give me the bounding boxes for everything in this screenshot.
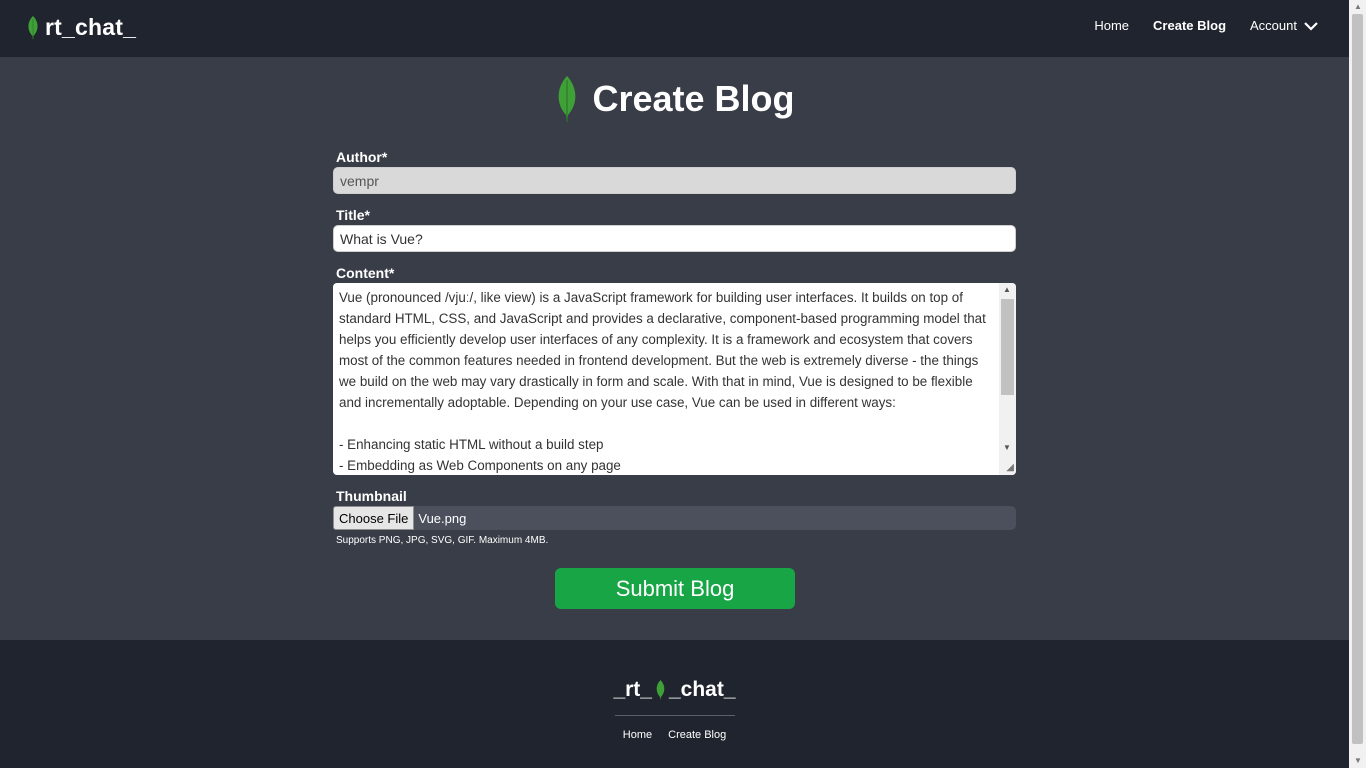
footer: _rt_ _chat_ Home Create Blog	[0, 640, 1349, 768]
content-text: Vue (pronounced /vjuː/, like view) is a …	[339, 290, 986, 473]
textarea-scroll-thumb[interactable]	[1001, 299, 1014, 395]
footer-brand-left: _rt_	[613, 678, 652, 701]
footer-home-link[interactable]: Home	[623, 729, 652, 741]
author-field[interactable]: vempr	[333, 167, 1016, 194]
nav-account-menu[interactable]: Account	[1250, 18, 1319, 33]
choose-file-button[interactable]: Choose File	[333, 506, 415, 530]
footer-create-blog-link[interactable]: Create Blog	[668, 729, 726, 741]
create-blog-form: Author* vempr Title* What is Vue? Conten…	[333, 148, 1016, 546]
thumbnail-hint: Supports PNG, JPG, SVG, GIF. Maximum 4MB…	[336, 535, 549, 546]
leaf-icon	[655, 679, 666, 701]
scroll-up-arrow-icon[interactable]: ▲	[1003, 285, 1011, 294]
content-textarea[interactable]: Vue (pronounced /vjuː/, like view) is a …	[333, 283, 1016, 475]
thumbnail-label: Thumbnail	[336, 488, 407, 504]
nav-account-label: Account	[1250, 18, 1297, 33]
thumbnail-file-input[interactable]: Choose File Vue.png	[333, 506, 1016, 530]
leaf-icon	[554, 74, 580, 124]
submit-blog-button[interactable]: Submit Blog	[555, 568, 795, 609]
brand-logo[interactable]: rt_chat_	[26, 14, 136, 41]
page-scrollbar[interactable]: ▲ ▼	[1349, 0, 1366, 768]
scroll-down-arrow-icon[interactable]: ▼	[1003, 443, 1011, 452]
page-scroll-up-icon[interactable]: ▲	[1354, 2, 1362, 11]
page-scroll-thumb[interactable]	[1352, 14, 1363, 744]
nav-links: Home Create Blog Account	[1070, 18, 1319, 33]
title-label: Title*	[336, 207, 370, 223]
selected-file-name: Vue.png	[418, 510, 467, 526]
brand-text: rt_chat_	[45, 14, 137, 40]
page-heading: Create Blog	[0, 74, 1349, 124]
page-title: Create Blog	[592, 78, 795, 119]
nav-home-link[interactable]: Home	[1094, 18, 1129, 33]
footer-brand[interactable]: _rt_ _chat_	[0, 678, 1349, 702]
textarea-scrollbar[interactable]: ▲ ▼	[999, 283, 1016, 475]
title-field[interactable]: What is Vue?	[333, 225, 1016, 252]
content-label: Content*	[336, 265, 395, 281]
navbar: rt_chat_ Home Create Blog Account	[0, 0, 1349, 57]
footer-divider	[615, 715, 735, 716]
page: rt_chat_ Home Create Blog Account Create…	[0, 0, 1349, 768]
author-label: Author*	[336, 149, 388, 165]
nav-create-blog-link[interactable]: Create Blog	[1153, 18, 1226, 33]
chevron-down-icon	[1303, 20, 1319, 32]
footer-brand-right: _chat_	[668, 678, 736, 701]
page-scroll-down-icon[interactable]: ▼	[1354, 756, 1362, 765]
resize-handle-icon[interactable]: ◢	[1006, 462, 1014, 473]
leaf-icon	[26, 15, 40, 41]
footer-links: Home Create Blog	[0, 729, 1349, 741]
